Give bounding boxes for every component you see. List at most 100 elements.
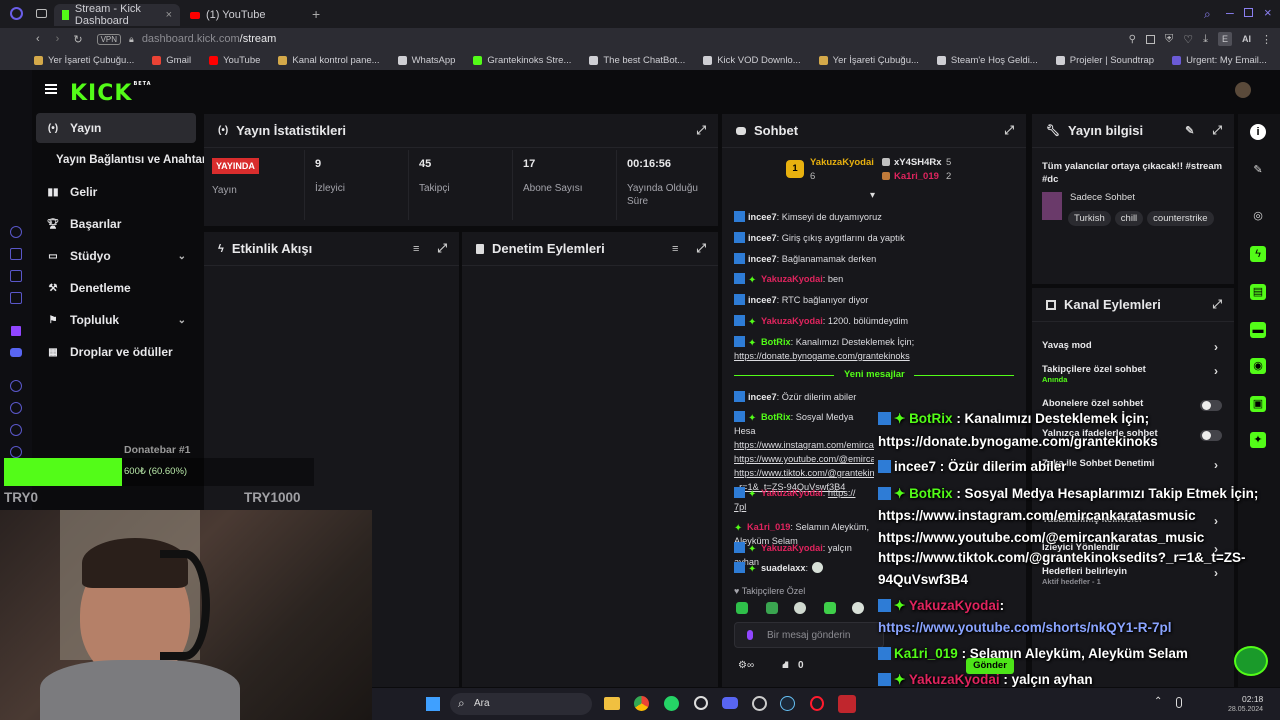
app-icon[interactable] [838,695,856,713]
steam-icon[interactable] [780,696,795,711]
whatsapp-icon[interactable] [664,696,679,711]
bookmark-item[interactable]: Yer İşareti Çubuğu... [818,55,919,66]
chat-username[interactable]: YakuzaKyodai [761,488,823,498]
broadcast-icon[interactable]: ◉ [1250,358,1266,374]
close-icon[interactable]: × [166,9,172,21]
file-explorer-icon[interactable] [604,697,620,710]
edit-icon[interactable]: ✎ [1185,124,1194,137]
discord-icon[interactable] [10,348,22,357]
hamburger-menu-icon[interactable] [45,84,57,94]
chevron-down-icon[interactable]: ⌄ [178,251,186,262]
chevron-right-icon[interactable]: › [1214,514,1218,528]
chat-username[interactable]: YakuzaKyodai [761,543,823,553]
reload-icon[interactable]: ↻ [73,33,82,46]
chat-icon[interactable]: ▬ [1250,322,1266,338]
expand-icon[interactable]: ⤢ [696,241,706,256]
wrench-icon[interactable]: ✦ [1250,432,1266,448]
maximize-icon[interactable] [1244,8,1253,17]
clock-icon[interactable] [10,380,22,392]
channel-icon[interactable]: ▣ [1250,396,1266,412]
bookmark-item[interactable]: Kanal kontrol pane... [278,55,380,66]
emote-icon[interactable] [766,602,778,614]
filter-icon[interactable]: ≡ [413,243,419,255]
search-icon[interactable]: ⌕ [1204,7,1211,22]
twitch-icon[interactable] [11,326,21,336]
chat-username[interactable]: Ka1ri_019 [747,522,790,532]
emote-icon[interactable] [852,602,864,614]
shield-icon[interactable]: ⛨ [1165,33,1173,46]
tag[interactable]: counterstrike [1147,211,1214,226]
microphone-icon[interactable] [747,630,753,640]
chat-username[interactable]: suadelaxx [761,563,805,573]
chevron-right-icon[interactable]: › [1214,340,1218,354]
chrome-icon[interactable] [634,696,649,711]
heart-icon[interactable]: ♡ [1183,33,1193,46]
settings-icon[interactable] [10,446,22,458]
chat-username[interactable]: incee7 [748,233,777,243]
bookmark-item[interactable]: YouTube [209,55,260,66]
nav-item-0[interactable]: (•) Yayın [36,113,196,143]
messenger-icon[interactable] [10,270,22,282]
chat-username[interactable]: incee7 [748,295,777,305]
lightning-icon[interactable]: ϟ [1250,246,1266,262]
channel-action-0[interactable]: Yavaş mod › [1042,340,1228,358]
chevron-right-icon[interactable]: › [1214,566,1218,580]
bookmark-item[interactable]: Projeler | Soundtrap [1055,55,1154,66]
chat-username[interactable]: BotRix [761,412,791,422]
nav-item-2[interactable]: ▮▮ Gelir [36,177,196,207]
chat-username[interactable]: incee7 [748,392,777,402]
mail-icon[interactable] [10,292,22,304]
emote-icon[interactable] [736,602,748,614]
emote-icon[interactable] [824,602,836,614]
toggle-switch[interactable] [1200,430,1222,441]
chat-link[interactable]: https://www.instagram.com/emircankaratas… [734,440,874,450]
info-icon[interactable]: i [1250,124,1266,140]
chevron-right-icon[interactable]: › [1214,364,1218,378]
chat-username[interactable]: BotRix [761,337,791,347]
minimize-icon[interactable]: – [1226,4,1234,20]
nav-item-4[interactable]: ▭ Stüdyo ⌄ [36,241,196,271]
toggle-switch[interactable] [1200,400,1222,411]
emote-icon[interactable] [794,602,806,614]
snapshot-icon[interactable] [1146,34,1155,44]
bookmark-item[interactable]: WhatsApp [397,55,455,66]
discord-icon[interactable] [722,697,738,709]
bookmark-item[interactable]: Gmail [152,55,191,66]
bookmark-item[interactable]: Grantekinoks Stre... [473,55,571,66]
tab-kick-dashboard[interactable]: Stream - Kick Dashboard × [54,3,180,27]
chevron-right-icon[interactable]: › [1214,458,1218,472]
opera-icon[interactable] [810,696,824,711]
bookmark-item[interactable]: Yer İşareti Çubuğu... [34,55,134,66]
chat-username[interactable]: YakuzaKyodai [761,274,823,284]
kick-logo[interactable]: KICKBETA [70,81,152,106]
expand-icon[interactable]: ⤢ [1212,123,1222,138]
app-icon[interactable] [752,696,767,711]
bookmark-item[interactable]: Steam'e Hoş Geldi... [936,55,1038,66]
music-icon[interactable] [10,248,22,260]
time-icon[interactable] [10,402,22,414]
chat-link[interactable]: 7pl [734,502,746,512]
aria-ai-button[interactable]: AI [1242,34,1251,44]
expand-icon[interactable]: ⤢ [1212,297,1222,312]
chat-username[interactable]: incee7 [748,254,777,264]
opera-logo-icon[interactable] [10,7,23,20]
forward-icon[interactable]: › [56,33,60,45]
chevron-down-icon[interactable]: ⌄ [178,315,186,326]
chat-link[interactable]: https://www.youtube.com/@emirca [734,454,874,464]
chat-input[interactable]: Bir mesaj gönderin [734,622,884,648]
channel-action-1[interactable]: Takipçilere özel sohbet Anında › [1042,364,1228,384]
chat-link[interactable]: https:// [828,488,856,498]
send-button[interactable]: Gönder [966,658,1014,674]
app-icon[interactable] [694,696,708,710]
profile-avatar[interactable]: E [1218,32,1232,46]
filter-icon[interactable]: ≡ [672,243,678,255]
taskbar-search[interactable]: ⌕ Ara [450,693,592,715]
nav-item-7[interactable]: ▦ Droplar ve ödüller [36,337,196,367]
gift-icon[interactable]: ⛘ [782,660,789,673]
document-icon[interactable]: ▤ [1250,284,1266,300]
tab-youtube[interactable]: (1) YouTube [182,4,308,26]
nav-item-3[interactable]: 🏆︎ Başarılar [36,209,196,239]
edit-icon[interactable]: ✎ [1250,162,1266,178]
camera-icon[interactable]: ◎ [1250,208,1266,224]
tab-overview-icon[interactable] [36,9,47,18]
